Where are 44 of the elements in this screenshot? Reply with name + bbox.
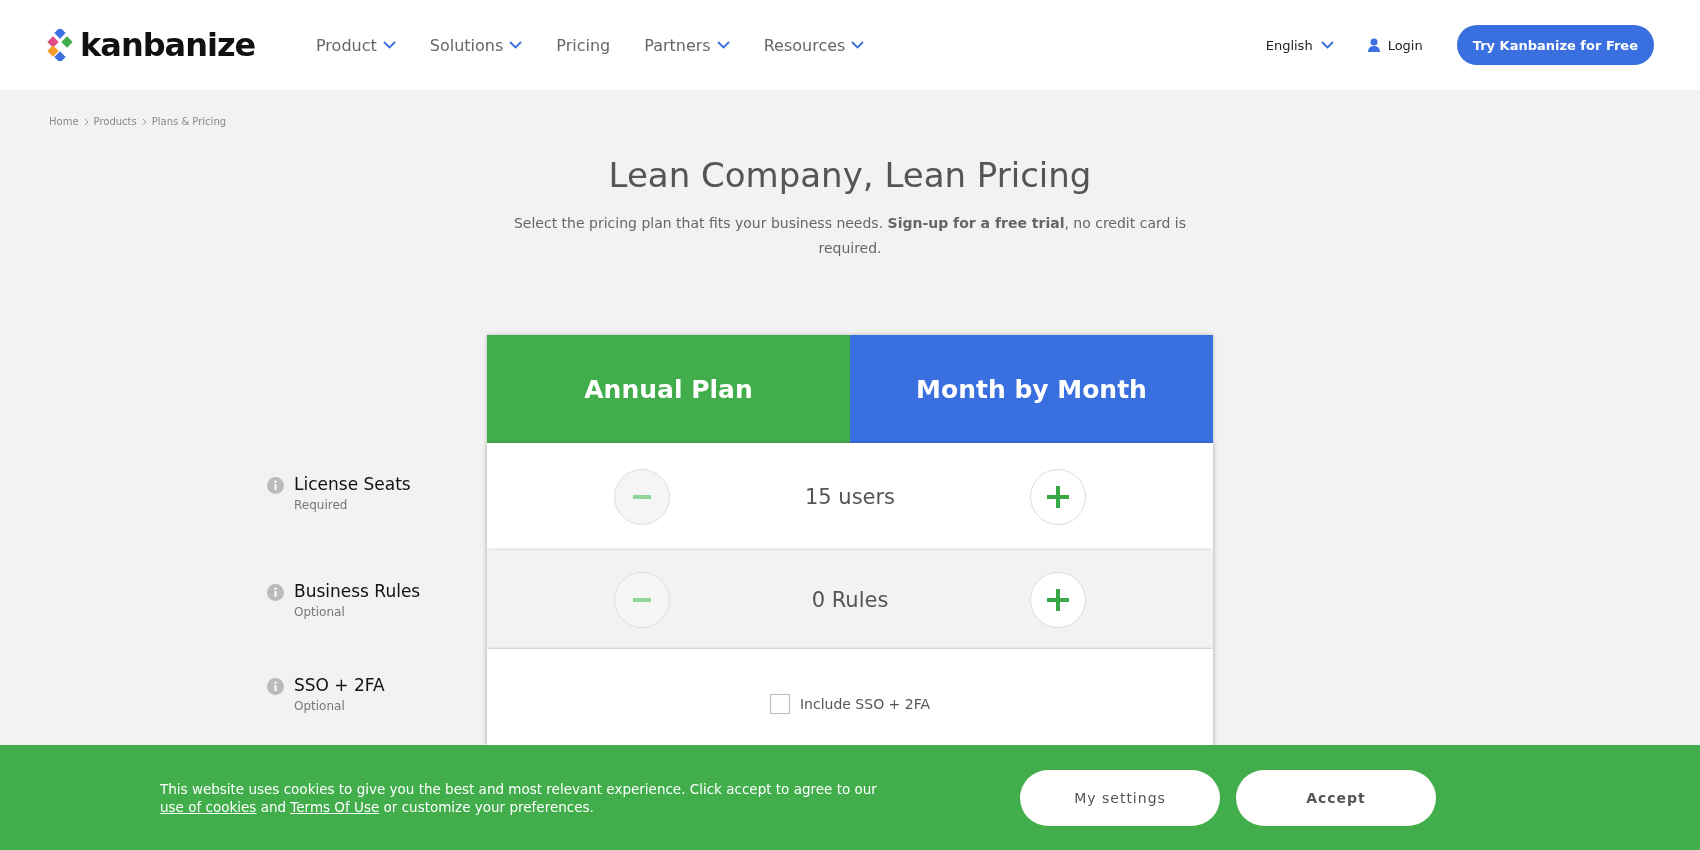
nav-link[interactable]: Solutions xyxy=(429,35,523,55)
plus-icon xyxy=(1047,588,1069,611)
chevron-down-icon xyxy=(851,41,865,49)
breadcrumb-link[interactable]: Plans & Pricing xyxy=(151,116,227,127)
chevron-down-icon xyxy=(1320,41,1334,49)
option-name: License Seats xyxy=(294,474,411,494)
info-icon xyxy=(267,678,284,695)
nav-link[interactable]: Product xyxy=(316,35,396,55)
chevron-right-icon xyxy=(83,117,89,126)
page-subtitle: Select the pricing plan that fits your business needs. Sign-up for a free trial, no credit card is required. xyxy=(513,214,1187,258)
free-trial-button[interactable]: Try Kanbanize for Free xyxy=(1456,25,1654,65)
option-value: 0 Rules xyxy=(810,587,890,612)
breadcrumb-link[interactable]: Products xyxy=(93,116,137,127)
option-note: Optional xyxy=(294,699,346,713)
user-icon xyxy=(1367,38,1380,52)
language-selector[interactable]: English xyxy=(1265,37,1334,53)
option-note: Required xyxy=(294,498,349,512)
breadcrumb-link[interactable]: Home xyxy=(49,116,79,127)
option-name: SSO + 2FA xyxy=(294,675,385,695)
nav-link[interactable]: Resources xyxy=(763,35,865,55)
option-name: Business Rules xyxy=(294,581,421,601)
option-value: 15 users xyxy=(803,484,897,509)
checkbox[interactable] xyxy=(769,694,790,714)
chevron-down-icon xyxy=(382,41,396,49)
logo-icon xyxy=(46,29,74,61)
chevron-right-icon xyxy=(141,117,147,126)
logo-text[interactable]: kanbanize xyxy=(80,26,256,64)
chevron-down-icon xyxy=(509,41,523,49)
checkbox-label[interactable]: Include SSO + 2FA xyxy=(799,696,931,712)
plan-tab[interactable]: Month by Month xyxy=(850,335,1213,443)
option-note: Optional xyxy=(294,605,346,619)
page-title: Lean Company, Lean Pricing xyxy=(607,155,1093,195)
plus-icon xyxy=(1047,485,1069,508)
nav-link[interactable]: Pricing xyxy=(556,35,611,55)
info-icon xyxy=(267,584,284,601)
nav-link[interactable]: Partners xyxy=(644,35,730,55)
minus-icon xyxy=(633,494,651,499)
cookie-notice: This website uses cookies to give you the best and most relevant experience. Click accept to agree to our use of cookies and Terms Of Use or customize your preferences. xyxy=(160,779,878,816)
chevron-down-icon xyxy=(716,41,730,49)
cookie-button[interactable]: Accept xyxy=(1236,769,1436,826)
info-icon xyxy=(267,477,284,494)
cookie-button[interactable]: My settings xyxy=(1020,769,1220,826)
minus-icon xyxy=(633,597,651,602)
login-link[interactable]: Login xyxy=(1367,37,1423,53)
